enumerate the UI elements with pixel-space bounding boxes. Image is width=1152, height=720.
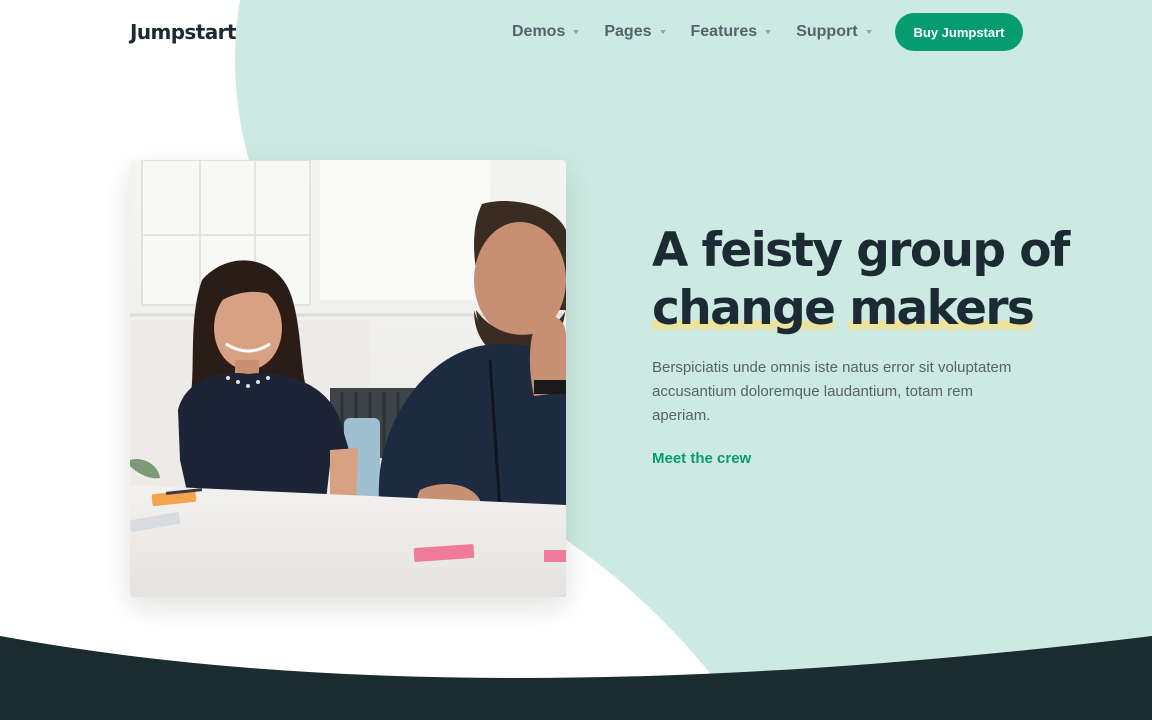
team-meeting-photo xyxy=(130,160,566,597)
buy-jumpstart-button[interactable]: Buy Jumpstart xyxy=(895,13,1023,51)
site-header: Jumpstart Demos Pages Features Support B… xyxy=(0,0,1152,64)
caret-down-icon xyxy=(573,30,580,34)
headline-highlight-makers: makers xyxy=(849,281,1035,336)
hero-section: A feisty group of change makers Berspici… xyxy=(652,222,1072,470)
brand-logo[interactable]: Jumpstart xyxy=(130,18,236,46)
hero-headline: A feisty group of change makers xyxy=(652,222,1072,338)
nav-item-features[interactable]: Features xyxy=(691,20,772,44)
nav-item-label: Demos xyxy=(512,23,566,40)
nav-item-label: Features xyxy=(690,23,758,40)
nav-item-demos[interactable]: Demos xyxy=(512,20,580,44)
hero-description: Berspiciatis unde omnis iste natus error… xyxy=(652,359,1012,424)
nav-item-label: Pages xyxy=(604,23,652,40)
nav-item-support[interactable]: Support xyxy=(796,20,872,44)
main-nav: Demos Pages Features Support xyxy=(512,20,897,44)
caret-down-icon xyxy=(765,30,772,34)
landing-page: Jumpstart Demos Pages Features Support B… xyxy=(0,0,1152,720)
caret-down-icon xyxy=(865,30,872,34)
headline-text: A feisty group of xyxy=(652,223,1070,278)
headline-highlight-change: change xyxy=(652,281,836,336)
nav-item-pages[interactable]: Pages xyxy=(604,20,666,44)
nav-item-label: Support xyxy=(796,23,858,40)
meet-the-crew-link[interactable]: Meet the crew xyxy=(652,448,751,470)
headline-space xyxy=(834,281,849,336)
photo-illustration xyxy=(130,160,566,597)
caret-down-icon xyxy=(659,30,666,34)
